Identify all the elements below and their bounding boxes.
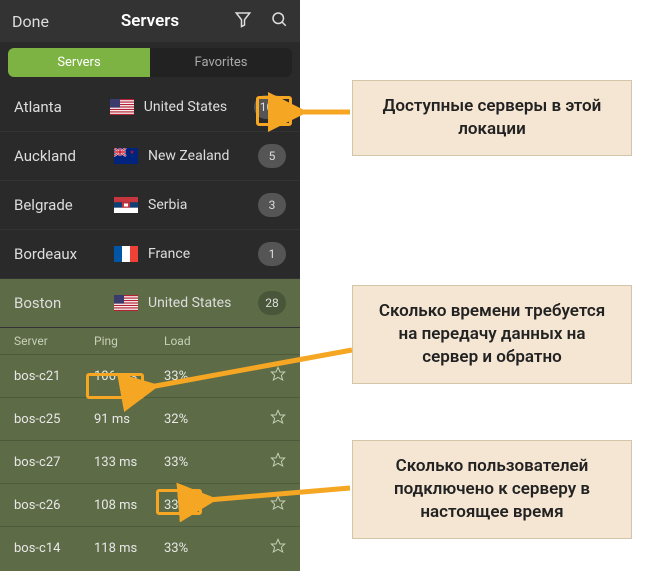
tab-favorites[interactable]: Favorites [150, 48, 292, 77]
callout-available-servers: Доступные серверы в этой локации [352, 80, 632, 156]
highlight-server-count [256, 96, 292, 126]
server-name: bos-c14 [14, 541, 94, 556]
arrow-3 [200, 478, 355, 512]
location-list: Atlanta United States 100 Auckland New Z… [0, 83, 300, 328]
server-count-badge: 1 [258, 242, 286, 266]
server-count-badge: 28 [258, 291, 286, 315]
favorite-star-icon[interactable] [224, 452, 286, 472]
location-row[interactable]: Atlanta United States 100 [0, 83, 300, 132]
location-row[interactable]: Auckland New Zealand 5 [0, 132, 300, 181]
header-bar: Done Servers [0, 0, 300, 42]
location-city: Bordeaux [14, 245, 114, 263]
location-city: Auckland [14, 147, 114, 165]
location-city: Boston [14, 294, 114, 312]
server-load: 33% [164, 541, 224, 556]
server-load: 33% [164, 455, 224, 470]
location-row[interactable]: Belgrade Serbia 3 [0, 181, 300, 230]
server-ping: 118 ms [94, 541, 164, 556]
server-ping: 133 ms [94, 455, 164, 470]
location-country: United States [148, 295, 258, 311]
server-ping: 91 ms [94, 412, 164, 427]
server-ping: 108 ms [94, 498, 164, 513]
highlight-load [156, 489, 202, 515]
server-name: bos-c21 [14, 369, 94, 384]
done-button[interactable]: Done [12, 12, 49, 31]
server-row[interactable]: bos-c14 118 ms 33% [0, 526, 300, 569]
tab-servers[interactable]: Servers [8, 48, 150, 77]
search-icon[interactable] [270, 10, 288, 32]
flag-icon [114, 295, 138, 311]
favorite-star-icon[interactable] [224, 409, 286, 429]
arrow-1 [290, 102, 360, 126]
server-count-badge: 5 [258, 144, 286, 168]
location-country: France [148, 246, 258, 262]
server-row[interactable]: bos-c25 91 ms 32% [0, 397, 300, 440]
page-title: Servers [121, 11, 179, 31]
location-city: Belgrade [14, 196, 114, 214]
flag-icon [114, 148, 138, 164]
callout-ping-explain: Сколько времени требуется на передачу да… [352, 285, 632, 384]
favorite-star-icon[interactable] [224, 538, 286, 558]
server-name: bos-c27 [14, 455, 94, 470]
col-server: Server [14, 334, 94, 348]
tab-bar: Servers Favorites [8, 48, 292, 77]
location-country: Serbia [148, 197, 258, 213]
location-city: Atlanta [14, 98, 110, 116]
server-count-badge: 3 [258, 193, 286, 217]
flag-icon [114, 197, 138, 213]
server-name: bos-c26 [14, 498, 94, 513]
flag-icon [114, 246, 138, 262]
server-row[interactable]: bos-c27 133 ms 33% [0, 440, 300, 483]
server-name: bos-c25 [14, 412, 94, 427]
location-row-expanded[interactable]: Boston United States 28 [0, 279, 300, 328]
flag-icon [110, 99, 134, 115]
location-country: United States [144, 99, 254, 115]
filter-icon[interactable] [234, 10, 252, 32]
server-load: 32% [164, 412, 224, 427]
arrow-2 [142, 345, 357, 399]
callout-load-explain: Сколько пользователей подключено к серве… [352, 440, 632, 539]
location-country: New Zealand [148, 148, 258, 164]
location-row[interactable]: Bordeaux France 1 [0, 230, 300, 279]
highlight-ping [86, 373, 144, 399]
